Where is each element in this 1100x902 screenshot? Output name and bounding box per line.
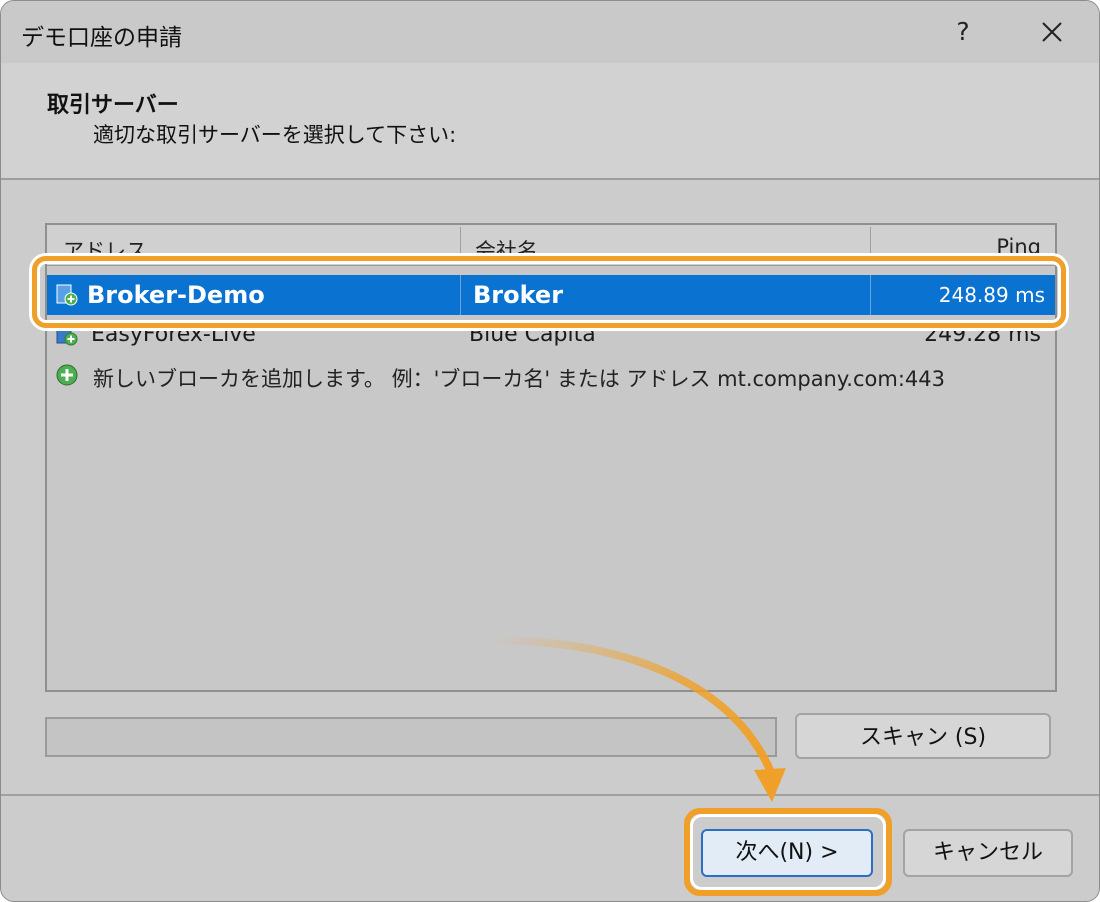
row-company: Broker — [473, 281, 564, 309]
list-header: アドレス 会社名 Ping — [47, 225, 1055, 266]
cell-divider — [870, 275, 871, 315]
cancel-button[interactable]: キャンセル — [903, 829, 1073, 877]
row-ping: 248.89 ms — [938, 283, 1045, 307]
table-row-selected[interactable]: Broker-Demo Broker 248.89 ms — [47, 275, 1055, 315]
column-header-address[interactable]: アドレス — [63, 235, 147, 265]
add-icon — [56, 364, 78, 386]
window-title: デモ口座の申請 — [21, 25, 182, 51]
title-bar: デモ口座の申請 ? — [1, 1, 1099, 63]
add-broker-hint: 新しいブローカを追加します。 例：'ブローカ名' または アドレス mt.com… — [93, 367, 945, 391]
table-row[interactable]: EasyForex-Live Blue Capita 249.28 ms — [47, 315, 1055, 355]
server-icon — [56, 284, 78, 306]
column-header-company[interactable]: 会社名 — [475, 235, 538, 265]
footer-divider — [1, 794, 1099, 796]
server-icon — [56, 324, 78, 346]
section-subtitle: 適切な取引サーバーを選択して下さい: — [93, 123, 457, 147]
close-icon — [1042, 22, 1062, 42]
scan-button[interactable]: スキャン (S) — [795, 713, 1051, 759]
server-list[interactable]: アドレス 会社名 Ping EasyForex-Live Blue Capita… — [45, 223, 1057, 692]
cell-divider — [460, 275, 461, 315]
close-button[interactable] — [1025, 9, 1079, 55]
column-divider[interactable] — [460, 227, 461, 263]
add-broker-row[interactable]: 新しいブローカを追加します。 例：'ブローカ名' または アドレス mt.com… — [47, 357, 1055, 397]
help-button[interactable]: ? — [936, 9, 990, 55]
row-address: Broker-Demo — [87, 281, 265, 309]
demo-account-dialog: デモ口座の申請 ? 取引サーバー 適切な取引サーバーを選択して下さい: アドレス… — [0, 0, 1100, 902]
row-ping: 249.28 ms — [924, 322, 1041, 347]
scan-progress-bar — [45, 717, 777, 757]
section-title: 取引サーバー — [47, 93, 179, 118]
header-panel: 取引サーバー 適切な取引サーバーを選択して下さい: — [1, 63, 1099, 180]
column-header-ping[interactable]: Ping — [996, 235, 1041, 259]
next-button[interactable]: 次へ(N) > — [701, 829, 873, 877]
column-divider[interactable] — [870, 227, 871, 263]
row-address: EasyForex-Live — [91, 322, 256, 347]
row-company: Blue Capita — [469, 322, 596, 347]
